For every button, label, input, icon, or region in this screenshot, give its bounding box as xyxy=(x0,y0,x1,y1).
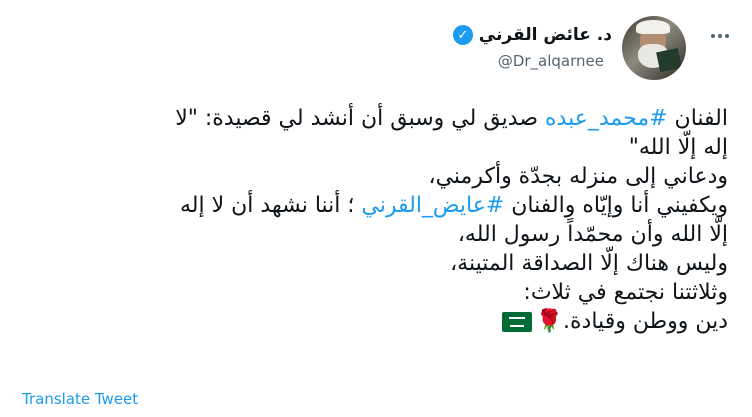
author-display-name[interactable]: د. عائض القرني xyxy=(479,25,612,45)
tweet-text-segment: الفنان xyxy=(667,106,728,131)
translate-tweet-link[interactable]: Translate Tweet xyxy=(22,390,138,408)
tweet-line-3: ودعاني إلى منزله بجدّة وأكرمني، xyxy=(428,164,728,189)
tweet-line-4: ويكفيني أنا وإيّاه والفنان #عايض_القرني … xyxy=(20,191,728,220)
rose-emoji-icon: 🌹 xyxy=(535,309,564,334)
hashtag-link-1[interactable]: #محمد_عبده xyxy=(545,106,668,131)
tweet-text-segment: صديق لي وسبق أن أنشد لي قصيدة: "لا xyxy=(175,106,546,131)
tweet-line-1: الفنان #محمد_عبده صديق لي وسبق أن أنشد ل… xyxy=(20,104,728,133)
saudi-flag-icon xyxy=(501,312,532,332)
tweet-text-segment: ويكفيني أنا وإيّاه والفنان xyxy=(504,193,728,218)
tweet-line-7: وثلاثتنا نجتمع في ثلاث: xyxy=(523,280,728,305)
author-name-row[interactable]: د. عائض القرني ✓ xyxy=(452,24,612,46)
tweet-line-8: دين ووطن وقيادة.🌹 xyxy=(20,307,728,336)
tweet-line-2: إله إلّا الله" xyxy=(628,135,728,160)
avatar[interactable] xyxy=(622,16,686,80)
tweet-line-5: إلّا الله وأن محمّداً رسول الله، xyxy=(457,222,728,247)
tweet-text: الفنان #محمد_عبده صديق لي وسبق أن أنشد ل… xyxy=(20,104,728,336)
more-options-icon[interactable] xyxy=(706,22,734,50)
tweet-line-6: وليس هناك إلّا الصداقة المتينة، xyxy=(450,251,728,276)
verified-badge-icon: ✓ xyxy=(452,25,473,45)
tweet-text-segment: ؛ أننا نشهد أن لا إله xyxy=(179,193,362,218)
tweet-text-segment: دين ووطن وقيادة. xyxy=(563,309,728,334)
author-handle[interactable]: @Dr_alqarnee xyxy=(452,52,604,70)
tweet-card: د. عائض القرني ✓ @Dr_alqarnee الفنان #مح… xyxy=(0,0,752,417)
hashtag-link-2[interactable]: #عايض_القرني xyxy=(361,193,504,218)
